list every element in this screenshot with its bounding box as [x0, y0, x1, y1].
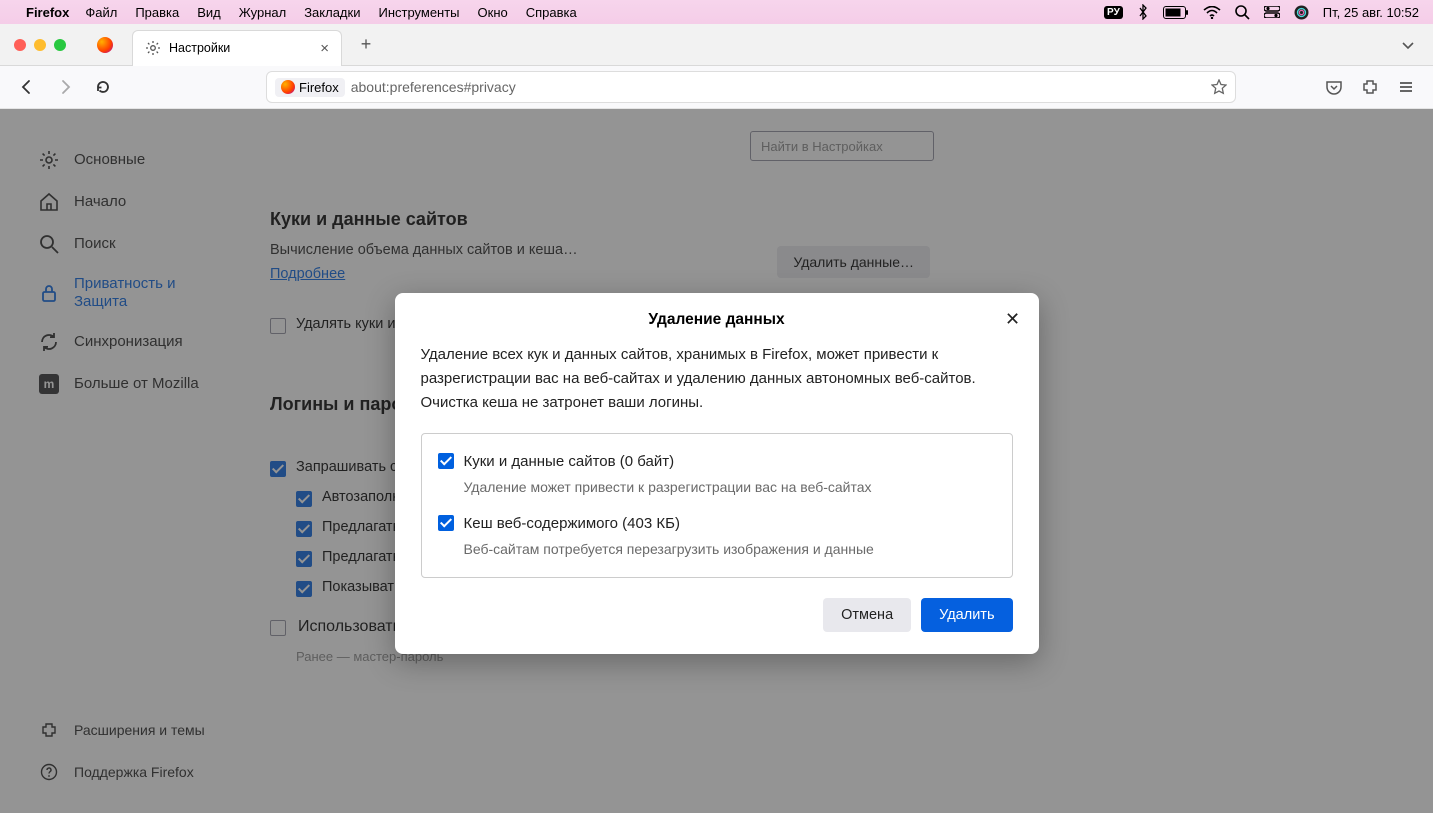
tab-title: Настройки	[169, 41, 312, 55]
dialog-cancel-button[interactable]: Отмена	[823, 598, 911, 632]
urlbar-identity[interactable]: Firefox	[275, 78, 345, 97]
firefox-pinned-icon[interactable]	[96, 36, 114, 54]
forward-button	[50, 72, 80, 102]
menu-file[interactable]: Файл	[85, 5, 117, 20]
urlbar-text: about:preferences#privacy	[351, 79, 516, 95]
dialog-cookies-label: Куки и данные сайтов (0 байт)	[464, 450, 872, 474]
lang-indicator[interactable]: РУ	[1104, 6, 1123, 19]
window-minimize[interactable]	[34, 39, 46, 51]
window-close[interactable]	[14, 39, 26, 51]
url-bar[interactable]: Firefox about:preferences#privacy	[266, 71, 1236, 103]
search-icon[interactable]	[1235, 5, 1250, 20]
wifi-icon[interactable]	[1203, 6, 1221, 19]
dialog-cookies-checkbox[interactable]	[438, 453, 454, 469]
browser-tab[interactable]: Настройки ×	[132, 30, 342, 66]
browser-titlebar: Настройки × +	[0, 24, 1433, 66]
gear-icon	[145, 40, 161, 56]
dialog-cache-sublabel: Веб-сайтам потребуется перезагрузить изо…	[464, 538, 874, 560]
dialog-cookies-sublabel: Удаление может привести к разрегистрации…	[464, 476, 872, 498]
siri-icon[interactable]	[1294, 5, 1309, 20]
menu-help[interactable]: Справка	[526, 5, 577, 20]
battery-icon[interactable]	[1163, 6, 1189, 19]
clear-data-dialog: Удаление данных ✕ Удаление всех кук и да…	[395, 293, 1039, 654]
dialog-close-icon[interactable]: ✕	[1001, 307, 1025, 331]
menu-bookmarks[interactable]: Закладки	[304, 5, 360, 20]
window-zoom[interactable]	[54, 39, 66, 51]
reload-button[interactable]	[88, 72, 118, 102]
menubar-app-name[interactable]: Firefox	[26, 5, 69, 20]
bluetooth-icon[interactable]	[1137, 4, 1149, 20]
menu-view[interactable]: Вид	[197, 5, 221, 20]
new-tab-button[interactable]: +	[352, 31, 380, 59]
window-controls	[14, 39, 66, 51]
dialog-title: Удаление данных	[648, 311, 784, 329]
dialog-cache-checkbox[interactable]	[438, 515, 454, 531]
back-button[interactable]	[12, 72, 42, 102]
menu-edit[interactable]: Правка	[135, 5, 179, 20]
browser-toolbar: Firefox about:preferences#privacy	[0, 66, 1433, 109]
hamburger-menu-icon[interactable]	[1391, 72, 1421, 102]
tab-close-icon[interactable]: ×	[320, 40, 329, 57]
pocket-icon[interactable]	[1319, 72, 1349, 102]
tabs-dropdown-icon[interactable]	[1401, 38, 1415, 52]
macos-menubar: Firefox Файл Правка Вид Журнал Закладки …	[0, 0, 1433, 24]
control-center-icon[interactable]	[1264, 6, 1280, 18]
dialog-description: Удаление всех кук и данных сайтов, храни…	[421, 343, 1013, 415]
menu-window[interactable]: Окно	[478, 5, 508, 20]
extensions-icon[interactable]	[1355, 72, 1385, 102]
dialog-cache-label: Кеш веб-содержимого (403 КБ)	[464, 512, 874, 536]
menubar-datetime[interactable]: Пт, 25 авг. 10:52	[1323, 5, 1419, 20]
menu-tools[interactable]: Инструменты	[378, 5, 459, 20]
modal-overlay: Удаление данных ✕ Удаление всех кук и да…	[0, 109, 1433, 813]
bookmark-star-icon[interactable]	[1211, 79, 1227, 95]
dialog-confirm-button[interactable]: Удалить	[921, 598, 1012, 632]
menu-history[interactable]: Журнал	[239, 5, 286, 20]
